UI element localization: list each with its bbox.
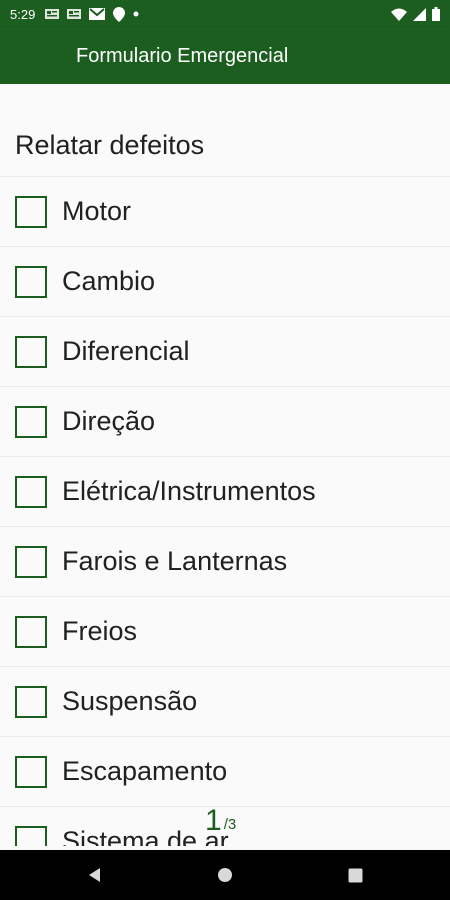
back-icon xyxy=(89,868,100,882)
checklist-item-freios[interactable]: Freios xyxy=(0,596,450,666)
checkbox[interactable] xyxy=(15,545,47,578)
checkbox[interactable] xyxy=(15,615,47,648)
news-icon xyxy=(45,9,60,19)
page-total: /3 xyxy=(223,816,237,833)
checklist-item-label: Cambio xyxy=(62,266,156,296)
checklist-item-motor[interactable]: Motor xyxy=(0,176,450,246)
checkbox[interactable] xyxy=(15,755,47,788)
status-icons-left xyxy=(45,6,139,22)
news-icon xyxy=(67,9,82,19)
checklist-item-suspensao[interactable]: Suspensão xyxy=(0,666,450,736)
navigation-bar xyxy=(0,850,450,900)
checklist-item-eletrica[interactable]: Elétrica/Instrumentos xyxy=(0,456,450,526)
form-content[interactable]: Relatar defeitos Motor Cambio Diferencia… xyxy=(0,84,450,846)
status-bar: 5:29 xyxy=(0,0,450,28)
checklist-item-cambio[interactable]: Cambio xyxy=(0,246,450,316)
app-bar: Formulario Emergencial xyxy=(0,28,450,84)
checklist-item-label: Sistema de ar xyxy=(62,826,229,846)
battery-icon xyxy=(432,7,440,21)
checklist-item-label: Suspensão xyxy=(62,686,198,716)
checkbox[interactable] xyxy=(15,825,47,846)
defect-checklist: Motor Cambio Diferencial Direção Elétric… xyxy=(0,176,450,846)
checkbox[interactable] xyxy=(15,195,47,228)
home-icon xyxy=(218,868,232,882)
dot-icon xyxy=(133,11,139,17)
checklist-item-label: Direção xyxy=(62,406,156,436)
checklist-item-label: Motor xyxy=(62,196,132,226)
page-indicator: 1 /3 xyxy=(205,804,236,838)
checklist-item-diferencial[interactable]: Diferencial xyxy=(0,316,450,386)
home-button[interactable] xyxy=(200,850,250,900)
checklist-item-label: Escapamento xyxy=(62,756,228,786)
back-button[interactable] xyxy=(70,850,120,900)
location-pin-icon xyxy=(113,6,126,22)
recents-button[interactable] xyxy=(330,850,380,900)
checklist-item-label: Freios xyxy=(62,616,138,646)
status-time: 5:29 xyxy=(10,6,36,22)
checklist-item-label: Elétrica/Instrumentos xyxy=(62,476,316,506)
gmail-icon xyxy=(89,8,106,20)
checkbox[interactable] xyxy=(15,475,47,508)
signal-icon xyxy=(413,7,426,21)
checkbox[interactable] xyxy=(15,685,47,718)
checklist-item-farois[interactable]: Farois e Lanternas xyxy=(0,526,450,596)
checkbox[interactable] xyxy=(15,405,47,438)
checkbox[interactable] xyxy=(15,335,47,368)
checklist-item-label: Farois e Lanternas xyxy=(62,546,288,576)
recents-icon xyxy=(348,868,362,882)
checklist-item-direcao[interactable]: Direção xyxy=(0,386,450,456)
status-icons-right xyxy=(391,7,440,21)
checklist-item-label: Diferencial xyxy=(62,336,190,366)
checkbox[interactable] xyxy=(15,265,47,298)
section-title: Relatar defeitos xyxy=(15,130,205,160)
app-title: Formulario Emergencial xyxy=(76,44,289,67)
wifi-icon xyxy=(391,8,407,21)
checklist-item-escapamento[interactable]: Escapamento xyxy=(0,736,450,806)
page-current: 1 xyxy=(205,804,222,837)
